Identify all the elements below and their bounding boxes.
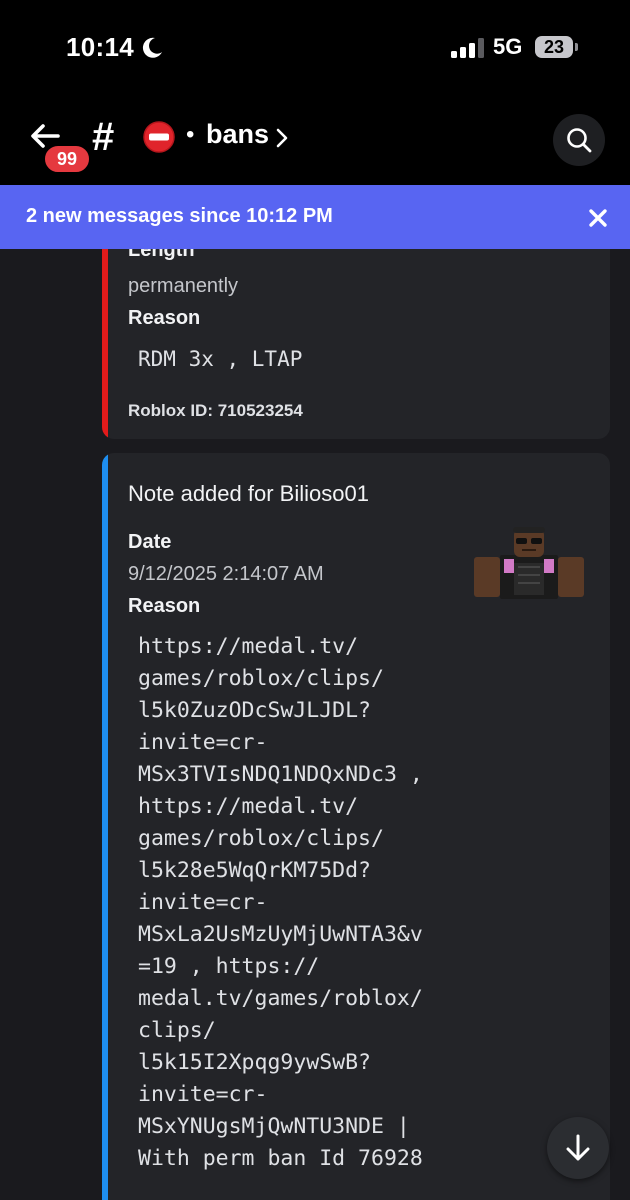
reason-line[interactable]: l5k0ZuzODcSwJLJDL? [138, 695, 423, 727]
new-messages-banner[interactable]: 2 new messages since 10:12 PM [0, 185, 630, 249]
channel-header: 99 # • bans [0, 95, 630, 185]
length-value: permanently [128, 275, 239, 297]
reason-line[interactable]: l5k15I2Xpqg9ywSwB? [138, 1047, 423, 1079]
note-embed: Note added for Bilioso01 Date 9/12/2025 … [102, 453, 610, 1200]
search-button[interactable] [553, 114, 605, 166]
close-icon[interactable] [588, 208, 608, 228]
roblox-id: Roblox ID: 710523254 [128, 401, 303, 420]
hash-icon: # [92, 115, 115, 159]
reason-line[interactable]: invite=cr- [138, 1079, 423, 1111]
search-icon [567, 128, 592, 153]
network-type: 5G [493, 34, 523, 59]
reason-line[interactable]: games/roblox/clips/ [138, 663, 423, 695]
reason-line[interactable]: With perm ban Id 76928 [138, 1143, 423, 1175]
moon-icon [142, 37, 162, 58]
embed-accent-bar [102, 249, 108, 439]
reason-line[interactable]: MSxYNUgsMjQwNTU3NDE | [138, 1111, 423, 1143]
unread-badge: 99 [42, 143, 92, 175]
status-bar: 10:14 5G 23 [0, 0, 630, 95]
reason-line[interactable]: invite=cr- [138, 727, 423, 759]
date-label: Date [128, 531, 172, 553]
jump-to-present-button[interactable] [547, 1117, 609, 1179]
embed-accent-bar [102, 453, 108, 1200]
reason-value: RDM 3x , LTAP [138, 347, 303, 371]
reason-line[interactable]: games/roblox/clips/ [138, 823, 423, 855]
discord-channel-screen: 10:14 5G 23 99 # • bans 2 new messages s… [0, 0, 630, 1200]
channel-name[interactable]: bans [206, 119, 269, 150]
reason-label: Reason [128, 307, 201, 329]
reason-line[interactable]: MSxLa2UsMzUyMjUwNTA3&v [138, 919, 423, 951]
reason-line[interactable]: clips/ [138, 1015, 423, 1047]
chevron-right-icon[interactable] [276, 128, 288, 148]
reason-line[interactable]: MSx3TVIsNDQ1NDQxNDc3 , [138, 759, 423, 791]
date-value: 9/12/2025 2:14:07 AM [128, 563, 324, 585]
reason-label: Reason [128, 595, 201, 617]
note-title: Note added for Bilioso01 [128, 481, 369, 506]
battery-icon: 23 [535, 36, 573, 58]
status-time: 10:14 [66, 32, 134, 62]
reason-line[interactable]: l5k28e5WqQrKM75Dd? [138, 855, 423, 887]
channel-separator: • [186, 121, 195, 148]
reason-line[interactable]: invite=cr- [138, 887, 423, 919]
reason-text: https://medal.tv/ games/roblox/clips/ l5… [138, 631, 423, 1175]
no-entry-icon [143, 121, 175, 153]
arrow-down-icon [566, 1134, 590, 1161]
reason-line[interactable]: medal.tv/games/roblox/ [138, 983, 423, 1015]
reason-line[interactable]: https://medal.tv/ [138, 791, 423, 823]
length-label: Length [128, 249, 195, 261]
roblox-avatar-image[interactable] [474, 527, 584, 605]
battery-nub [575, 43, 578, 51]
reason-line[interactable]: https://medal.tv/ [138, 631, 423, 663]
ban-embed: Length permanently Reason RDM 3x , LTAP … [102, 249, 610, 439]
signal-icon [451, 38, 484, 58]
reason-line[interactable]: =19 , https:// [138, 951, 423, 983]
new-messages-text: 2 new messages since 10:12 PM [26, 205, 333, 227]
message-feed[interactable]: Length permanently Reason RDM 3x , LTAP … [0, 249, 630, 1200]
